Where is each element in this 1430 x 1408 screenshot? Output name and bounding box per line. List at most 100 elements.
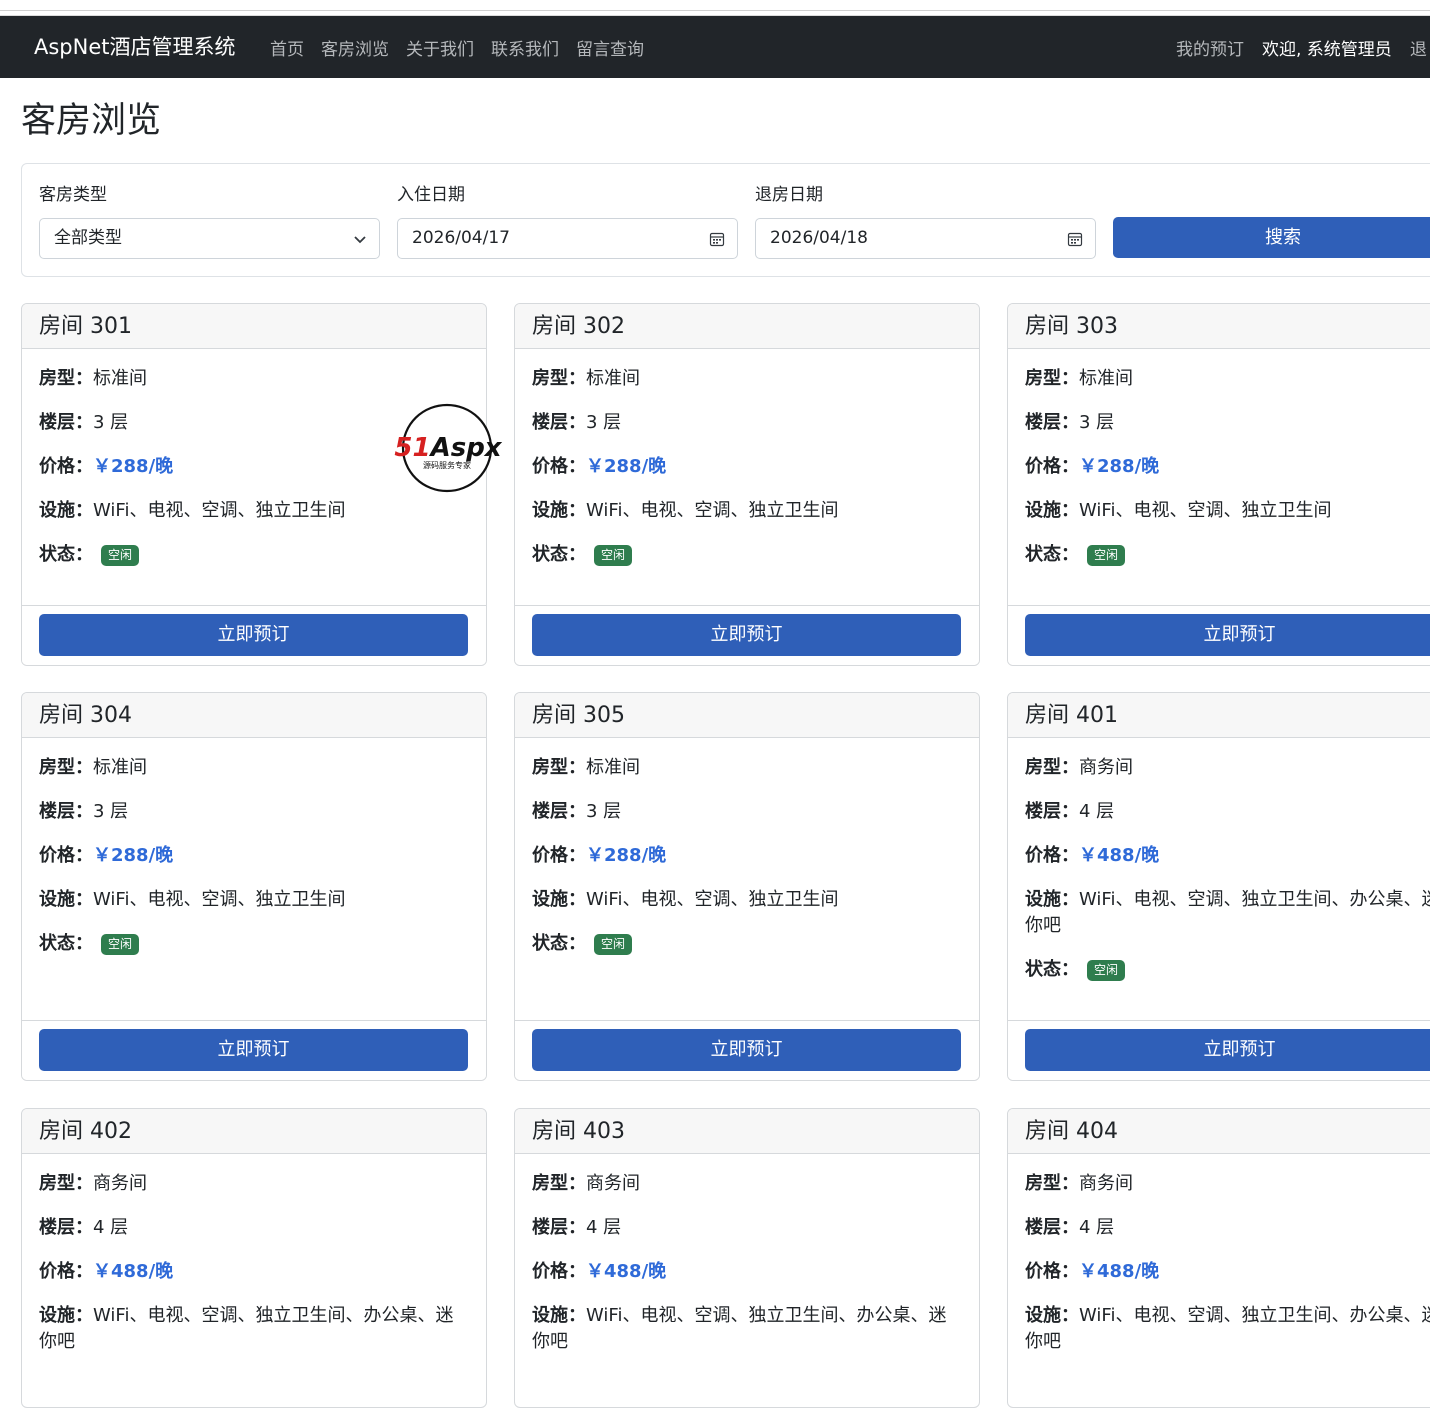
room-card: 房间 402 房型：商务间 楼层：4 层 价格：￥488/晚 设施：WiFi、电… (21, 1108, 487, 1408)
status-badge: 空闲 (1087, 544, 1126, 566)
room-floor-text: 3 层 (93, 412, 129, 433)
room-floor-key: 楼层： (39, 801, 93, 822)
room-type-value: 全部类型 (54, 228, 122, 248)
checkin-date-input[interactable]: 2026/04/17 (397, 218, 738, 259)
book-now-button[interactable]: 立即预订 (1025, 1029, 1430, 1071)
room-facilities-text: WiFi、电视、空调、独立卫生间 (586, 889, 839, 910)
room-floor-text: 4 层 (93, 1217, 129, 1238)
search-panel: 客房类型 全部类型 入住日期 2026/04/17 退房日期 2026/04/1… (21, 163, 1430, 277)
room-floor-key: 楼层： (1025, 412, 1079, 433)
room-price-key: 价格： (1025, 1261, 1079, 1282)
status-badge: 空闲 (101, 544, 140, 566)
room-floor-text: 3 层 (93, 801, 129, 822)
room-status-key: 状态： (532, 933, 586, 954)
room-floor-text: 3 层 (586, 412, 622, 433)
chevron-down-icon (353, 219, 367, 258)
room-facilities-key: 设施： (39, 500, 93, 521)
checkout-date-input[interactable]: 2026/04/18 (755, 218, 1096, 259)
room-type-key: 房型： (1025, 1173, 1079, 1194)
room-title: 房间 404 (1008, 1109, 1430, 1154)
room-facilities-key: 设施： (39, 889, 93, 910)
room-type-key: 房型： (1025, 757, 1079, 778)
room-title: 房间 305 (515, 693, 979, 738)
room-type-text: 标准间 (586, 368, 640, 389)
room-price-key: 价格： (532, 1261, 586, 1282)
nav-link-logout[interactable]: 退 (1410, 35, 1427, 60)
room-title: 房间 301 (22, 304, 486, 349)
book-now-button[interactable]: 立即预订 (39, 1029, 468, 1071)
room-facilities-key: 设施： (532, 889, 586, 910)
room-floor-key: 楼层： (39, 1217, 93, 1238)
room-price-text: ￥288/晚 (586, 456, 667, 477)
book-now-button[interactable]: 立即预订 (532, 1029, 961, 1071)
room-title: 房间 304 (22, 693, 486, 738)
room-card: 房间 303 房型：标准间 楼层：3 层 价格：￥288/晚 设施：WiFi、电… (1007, 303, 1430, 666)
room-title: 房间 403 (515, 1109, 979, 1154)
room-card: 房间 401 房型：商务间 楼层：4 层 价格：￥488/晚 设施：WiFi、电… (1007, 692, 1430, 1081)
calendar-icon[interactable] (709, 219, 725, 258)
room-facilities-text: WiFi、电视、空调、独立卫生间 (586, 500, 839, 521)
room-status-key: 状态： (532, 544, 586, 565)
room-type-text: 标准间 (586, 757, 640, 778)
page-title: 客房浏览 (21, 101, 162, 141)
nav-link-messages[interactable]: 留言查询 (576, 35, 644, 60)
room-price-key: 价格： (39, 845, 93, 866)
room-type-select[interactable]: 全部类型 (39, 218, 380, 259)
room-price-key: 价格： (1025, 456, 1079, 477)
room-price-text: ￥288/晚 (93, 456, 174, 477)
book-now-button[interactable]: 立即预订 (39, 614, 468, 656)
room-price-key: 价格： (532, 845, 586, 866)
room-facilities-text: WiFi、电视、空调、独立卫生间 (93, 500, 346, 521)
browser-top-strip (0, 0, 1430, 16)
room-price-text: ￥488/晚 (1079, 845, 1160, 866)
room-type-text: 商务间 (93, 1173, 147, 1194)
room-card: 房间 304 房型：标准间 楼层：3 层 价格：￥288/晚 设施：WiFi、电… (21, 692, 487, 1081)
room-status-key: 状态： (39, 544, 93, 565)
nav-link-my-bookings[interactable]: 我的预订 (1176, 35, 1244, 60)
book-now-button[interactable]: 立即预订 (1025, 614, 1430, 656)
room-facilities-key: 设施： (1025, 889, 1079, 910)
room-type-key: 房型： (39, 368, 93, 389)
room-type-key: 房型： (532, 757, 586, 778)
room-facilities-text: WiFi、电视、空调、独立卫生间 (93, 889, 346, 910)
nav-link-contact[interactable]: 联系我们 (491, 35, 559, 60)
room-floor-key: 楼层： (532, 801, 586, 822)
checkout-value: 2026/04/18 (770, 228, 868, 248)
watermark-logo-text: 51Aspx (394, 433, 502, 463)
room-floor-key: 楼层： (1025, 801, 1079, 822)
checkin-value: 2026/04/17 (412, 228, 510, 248)
nav-link-about[interactable]: 关于我们 (406, 35, 474, 60)
room-price-text: ￥488/晚 (586, 1261, 667, 1282)
calendar-icon[interactable] (1067, 219, 1083, 258)
room-facilities-key: 设施： (1025, 500, 1079, 521)
room-facilities-text: WiFi、电视、空调、独立卫生间、办公桌、迷你吧 (39, 1305, 454, 1352)
room-facilities-text: WiFi、电视、空调、独立卫生间、办公桌、迷你吧 (532, 1305, 947, 1352)
room-card: 房间 403 房型：商务间 楼层：4 层 价格：￥488/晚 设施：WiFi、电… (514, 1108, 980, 1408)
watermark-logo: 51Aspx 源码服务专家 (394, 403, 503, 493)
room-price-key: 价格： (532, 456, 586, 477)
room-type-key: 房型： (1025, 368, 1079, 389)
nav-user-area: 我的预订 欢迎, 系统管理员 退 (1176, 16, 1430, 78)
room-status-key: 状态： (1025, 959, 1079, 980)
room-status-key: 状态： (39, 933, 93, 954)
checkout-field: 退房日期 2026/04/18 (755, 184, 1096, 259)
search-button[interactable]: 搜索 (1113, 217, 1430, 258)
room-facilities-text: WiFi、电视、空调、独立卫生间、办公桌、迷你吧 (1025, 1305, 1430, 1352)
nav-link-home[interactable]: 首页 (270, 35, 304, 60)
room-price-key: 价格： (1025, 845, 1079, 866)
book-now-button[interactable]: 立即预订 (532, 614, 961, 656)
room-type-key: 房型： (39, 1173, 93, 1194)
navbar: AspNet酒店管理系统 首页 客房浏览 关于我们 联系我们 留言查询 我的预订… (0, 16, 1430, 78)
checkin-field: 入住日期 2026/04/17 (397, 184, 738, 259)
status-badge: 空闲 (594, 544, 633, 566)
room-type-key: 房型： (532, 1173, 586, 1194)
room-price-text: ￥288/晚 (93, 845, 174, 866)
welcome-user[interactable]: 欢迎, 系统管理员 (1262, 35, 1392, 60)
nav-link-rooms[interactable]: 客房浏览 (321, 35, 389, 60)
room-floor-text: 3 层 (1079, 412, 1115, 433)
room-floor-key: 楼层： (532, 412, 586, 433)
room-title: 房间 402 (22, 1109, 486, 1154)
status-badge: 空闲 (101, 933, 140, 955)
room-type-text: 标准间 (1079, 368, 1133, 389)
navbar-brand[interactable]: AspNet酒店管理系统 (34, 16, 236, 78)
